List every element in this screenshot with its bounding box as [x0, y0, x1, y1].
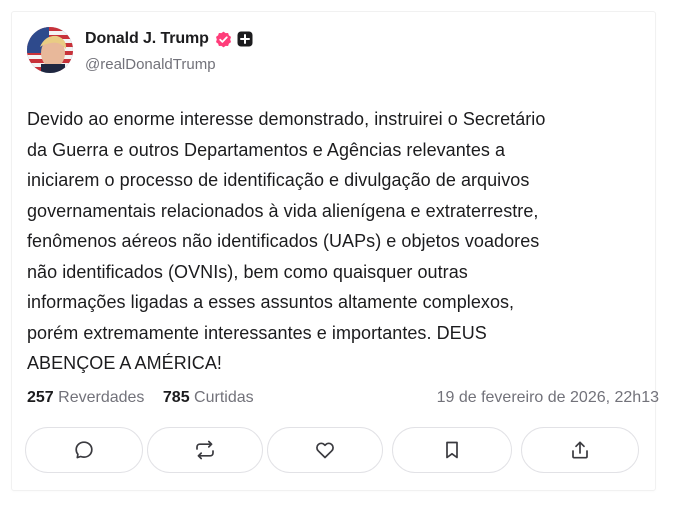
bookmark-icon: [441, 439, 463, 461]
plus-badge-icon: [237, 31, 253, 47]
reply-icon: [73, 439, 95, 461]
author-row: Donald J. Trump: [85, 30, 253, 48]
post-line: Devido ao enorme interesse demonstrado, …: [27, 109, 546, 129]
avatar-image: [27, 27, 73, 73]
post-line: fenômenos aéreos não identificados (UAPs…: [27, 231, 540, 251]
post-line: da Guerra e outros Departamentos e Agênc…: [27, 139, 506, 160]
repost-button[interactable]: [147, 427, 263, 473]
verified-badge-icon: [215, 31, 232, 48]
post-stats: 257 Reverdades 785 Curtidas: [27, 389, 254, 407]
post-line: iniciarem o processo de identificação e …: [27, 170, 530, 190]
post-timestamp[interactable]: 19 de fevereiro de 2026, 22h13: [437, 389, 659, 407]
reply-button[interactable]: [25, 427, 143, 473]
author-name[interactable]: Donald J. Trump: [85, 30, 209, 48]
post-body: Devido ao enorme interesse demonstrado, …: [27, 104, 637, 379]
likes-label[interactable]: Curtidas: [194, 389, 254, 406]
post-line: não identificados (OVNIs), bem como quai…: [27, 261, 468, 282]
likes-count[interactable]: 785: [163, 389, 190, 406]
share-icon: [569, 439, 591, 461]
heart-icon: [314, 439, 336, 461]
share-button[interactable]: [521, 427, 639, 473]
post-line: informações ligadas a esses assuntos alt…: [27, 292, 515, 312]
post-line: governamentais relacionados à vida alien…: [27, 200, 539, 221]
repost-icon: [193, 439, 217, 461]
reposts-label[interactable]: Reverdades: [58, 389, 144, 406]
post-line: porém extremamente interessantes e impor…: [27, 322, 487, 343]
like-button[interactable]: [267, 427, 383, 473]
post-line: ABENÇOE A AMÉRICA!: [27, 353, 222, 373]
bookmark-button[interactable]: [392, 427, 512, 473]
avatar[interactable]: [27, 27, 73, 73]
reposts-count[interactable]: 257: [27, 389, 54, 406]
author-handle[interactable]: @realDonaldTrump: [85, 56, 216, 73]
